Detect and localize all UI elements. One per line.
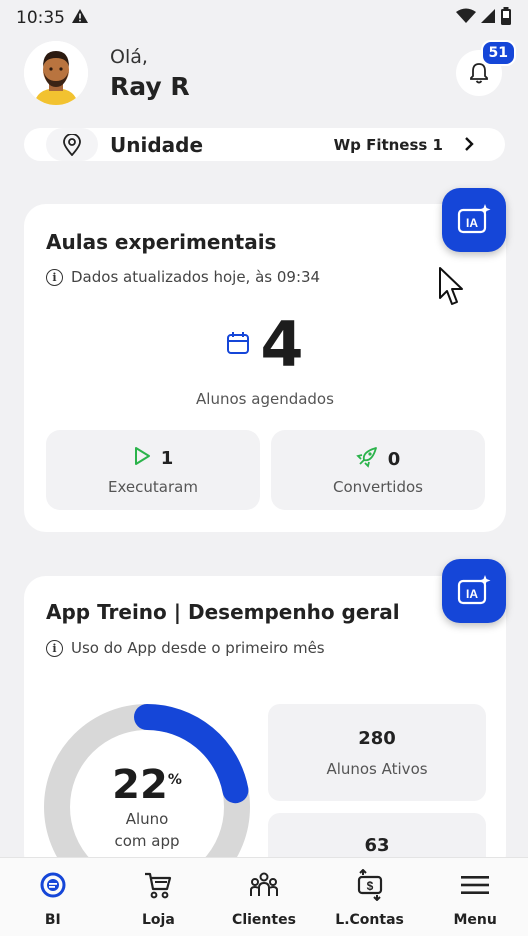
card-title: App Treino | Desempenho geral bbox=[46, 600, 400, 624]
ia-sparkle-icon: IA bbox=[457, 575, 491, 605]
converted-value: 0 bbox=[387, 448, 401, 470]
signal-icon bbox=[480, 8, 496, 29]
ia-sparkle-icon: IA bbox=[457, 204, 491, 234]
avatar[interactable] bbox=[24, 41, 88, 105]
menu-icon bbox=[460, 868, 490, 902]
nav-item-menu[interactable]: Menu bbox=[422, 858, 528, 936]
battery-icon bbox=[500, 6, 512, 30]
unit-label: Unidade bbox=[110, 132, 204, 157]
update-text: Dados atualizados hoje, às 09:34 bbox=[71, 268, 321, 286]
converted-label: Convertidos bbox=[333, 478, 423, 496]
calendar-icon bbox=[226, 331, 250, 359]
clients-icon bbox=[249, 868, 279, 902]
donut-label-line1: Aluno bbox=[125, 810, 169, 828]
nav-label: Loja bbox=[141, 912, 175, 928]
wifi-icon bbox=[456, 8, 476, 29]
unit-value: Wp Fitness 1 bbox=[333, 135, 443, 154]
nav-label: L.Contas bbox=[335, 912, 404, 928]
bottom-navigation: BI Loja Clientes $ L.Contas Menu bbox=[0, 857, 528, 936]
svg-text:IA: IA bbox=[466, 587, 478, 601]
ia-assistant-button[interactable]: IA bbox=[442, 559, 506, 623]
donut-percent: 22 bbox=[112, 762, 168, 808]
nav-label: Menu bbox=[453, 912, 497, 928]
accounts-icon: $ bbox=[354, 868, 386, 902]
info-icon: i bbox=[46, 639, 63, 657]
rocket-icon bbox=[355, 446, 378, 472]
unit-selector[interactable]: Unidade Wp Fitness 1 bbox=[24, 128, 505, 161]
svg-text:IA: IA bbox=[466, 216, 478, 230]
nav-item-lcontas[interactable]: $ L.Contas bbox=[317, 858, 423, 936]
card-title: Aulas experimentais bbox=[46, 230, 277, 254]
nav-label: Clientes bbox=[232, 912, 296, 928]
warning-icon bbox=[71, 8, 89, 29]
play-icon bbox=[133, 446, 151, 470]
status-bar: 10:35 bbox=[0, 0, 528, 36]
executed-value: 1 bbox=[160, 447, 174, 469]
usage-info: i Uso do App desde o primeiro mês bbox=[46, 639, 325, 657]
usage-text: Uso do App desde o primeiro mês bbox=[71, 639, 325, 657]
scheduled-count: 4 bbox=[24, 314, 506, 376]
notification-badge: 51 bbox=[480, 40, 516, 66]
scheduled-number: 4 bbox=[260, 308, 304, 381]
nav-item-loja[interactable]: Loja bbox=[106, 858, 212, 936]
app-treino-card: App Treino | Desempenho geral i Uso do A… bbox=[24, 576, 506, 910]
active-students-label: Alunos Ativos bbox=[326, 760, 428, 778]
cart-icon bbox=[143, 868, 173, 902]
user-name: Ray R bbox=[110, 71, 190, 101]
active-students-box[interactable]: 280 Alunos Ativos bbox=[268, 704, 486, 801]
header: Olá, Ray R 51 bbox=[24, 40, 516, 106]
ia-assistant-button[interactable]: IA bbox=[442, 188, 506, 252]
nav-label: BI bbox=[44, 912, 61, 928]
update-info: i Dados atualizados hoje, às 09:34 bbox=[46, 268, 320, 286]
executed-box[interactable]: 1 Executaram bbox=[46, 430, 260, 510]
donut-percent-symbol: % bbox=[167, 772, 182, 788]
notifications-button[interactable]: 51 bbox=[456, 40, 516, 96]
active-students-value: 280 bbox=[358, 728, 396, 749]
nav-item-clientes[interactable]: Clientes bbox=[211, 858, 317, 936]
bi-icon bbox=[39, 868, 67, 902]
greeting-text: Olá, bbox=[110, 45, 148, 68]
executed-label: Executaram bbox=[108, 478, 198, 496]
svg-text:$: $ bbox=[366, 879, 373, 893]
location-pin-icon bbox=[46, 128, 98, 161]
donut-label-line2: com app bbox=[114, 832, 180, 850]
bell-icon bbox=[470, 63, 488, 84]
mouse-cursor-icon bbox=[438, 266, 468, 312]
nav-item-bi[interactable]: BI bbox=[0, 858, 106, 936]
second-stat-value: 63 bbox=[364, 835, 390, 856]
status-time: 10:35 bbox=[16, 8, 65, 28]
aulas-experimentais-card: Aulas experimentais i Dados atualizados … bbox=[24, 204, 506, 532]
info-icon: i bbox=[46, 268, 63, 286]
user-avatar-icon bbox=[24, 41, 88, 105]
scheduled-caption: Alunos agendados bbox=[196, 390, 334, 408]
converted-box[interactable]: 0 Convertidos bbox=[271, 430, 485, 510]
chevron-right-icon bbox=[463, 134, 475, 158]
